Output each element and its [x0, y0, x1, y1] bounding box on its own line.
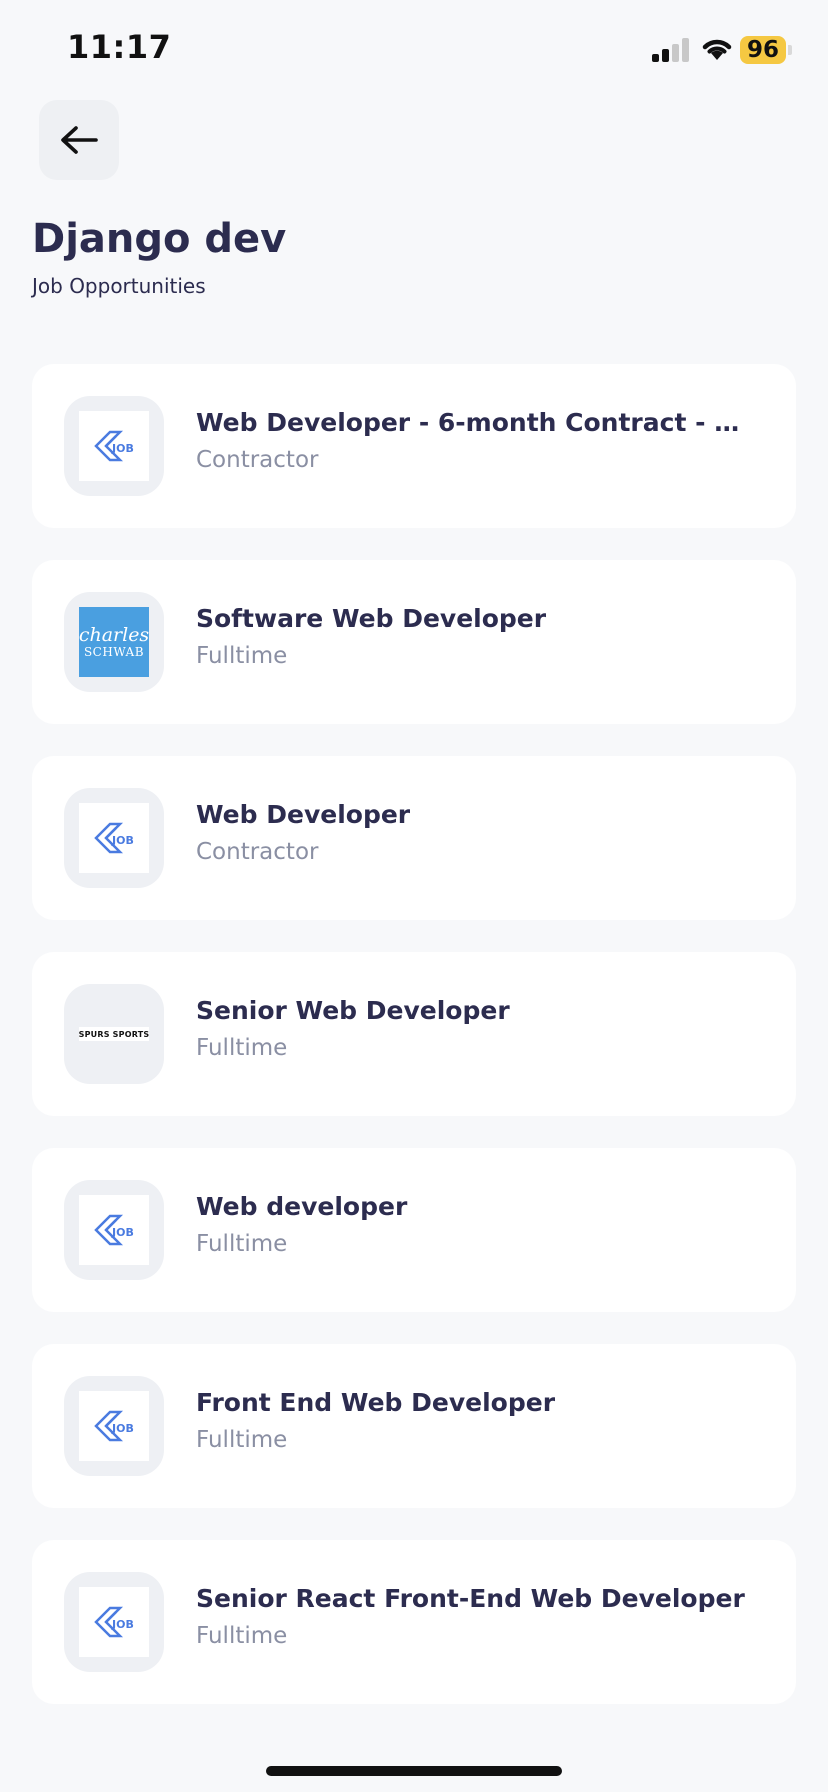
job-logo-icon: JOB [94, 1410, 134, 1442]
svg-text:JOB: JOB [111, 1618, 134, 1631]
job-card[interactable]: JOB Senior React Front-End Web Developer… [32, 1540, 796, 1704]
status-bar: 11:17 96 [0, 0, 828, 100]
company-logo: JOB [64, 1376, 164, 1476]
job-title: Software Web Developer [196, 604, 547, 633]
job-card[interactable]: charles SCHWAB Software Web Developer Fu… [32, 560, 796, 724]
job-type: Contractor [196, 447, 319, 473]
job-type: Fulltime [196, 1231, 288, 1257]
job-card[interactable]: SPURS SPORTS Senior Web Developer Fullti… [32, 952, 796, 1116]
status-time: 11:17 [67, 28, 172, 66]
job-title: Web Developer [196, 800, 411, 829]
job-type: Fulltime [196, 1623, 288, 1649]
job-type: Fulltime [196, 1427, 288, 1453]
company-logo: charles SCHWAB [64, 592, 164, 692]
back-button[interactable] [39, 100, 119, 180]
job-type: Fulltime [196, 1035, 288, 1061]
arrow-left-icon [61, 126, 98, 154]
logo-text-line2: SCHWAB [83, 644, 145, 659]
svg-text:JOB: JOB [111, 1226, 134, 1239]
battery-nub [788, 45, 793, 55]
company-logo: SPURS SPORTS [64, 984, 164, 1084]
job-logo-icon: JOB [94, 1606, 134, 1638]
job-card[interactable]: JOB Web developer Fulltime [32, 1148, 796, 1312]
home-indicator[interactable] [266, 1766, 562, 1776]
company-logo: JOB [64, 788, 164, 888]
logo-text-line1: charles [78, 623, 150, 646]
spurs-sports-logo: SPURS SPORTS [79, 1027, 149, 1041]
job-card[interactable]: JOB Front End Web Developer Fulltime [32, 1344, 796, 1508]
job-title: Web developer [196, 1192, 408, 1221]
svg-text:JOB: JOB [111, 442, 134, 455]
job-card[interactable]: JOB Web Developer Contractor [32, 756, 796, 920]
job-type: Fulltime [196, 643, 288, 669]
job-title: Senior React Front-End Web Developer [196, 1584, 745, 1613]
company-logo: JOB [64, 396, 164, 496]
battery-indicator: 96 [740, 36, 793, 64]
job-title: Senior Web Developer [196, 996, 510, 1025]
charles-schwab-logo: charles SCHWAB [79, 607, 149, 677]
job-logo-icon: JOB [94, 1214, 134, 1246]
svg-text:JOB: JOB [111, 1422, 134, 1435]
battery-level: 96 [740, 36, 787, 64]
job-logo-icon: JOB [94, 822, 134, 854]
company-logo: JOB [64, 1572, 164, 1672]
job-list: JOB Web Developer - 6-month Contract - H… [32, 364, 796, 1736]
page-title: Django dev [32, 216, 287, 262]
wifi-icon [702, 39, 732, 60]
job-card[interactable]: JOB Web Developer - 6-month Contract - H… [32, 364, 796, 528]
job-title: Web Developer - 6-month Contract - Ho... [196, 408, 756, 437]
company-logo: JOB [64, 1180, 164, 1280]
svg-text:JOB: JOB [111, 834, 134, 847]
cellular-signal-icon [652, 38, 689, 62]
job-logo-icon: JOB [94, 430, 134, 462]
job-title: Front End Web Developer [196, 1388, 556, 1417]
page-subtitle: Job Opportunities [32, 274, 206, 298]
job-type: Contractor [196, 839, 319, 865]
